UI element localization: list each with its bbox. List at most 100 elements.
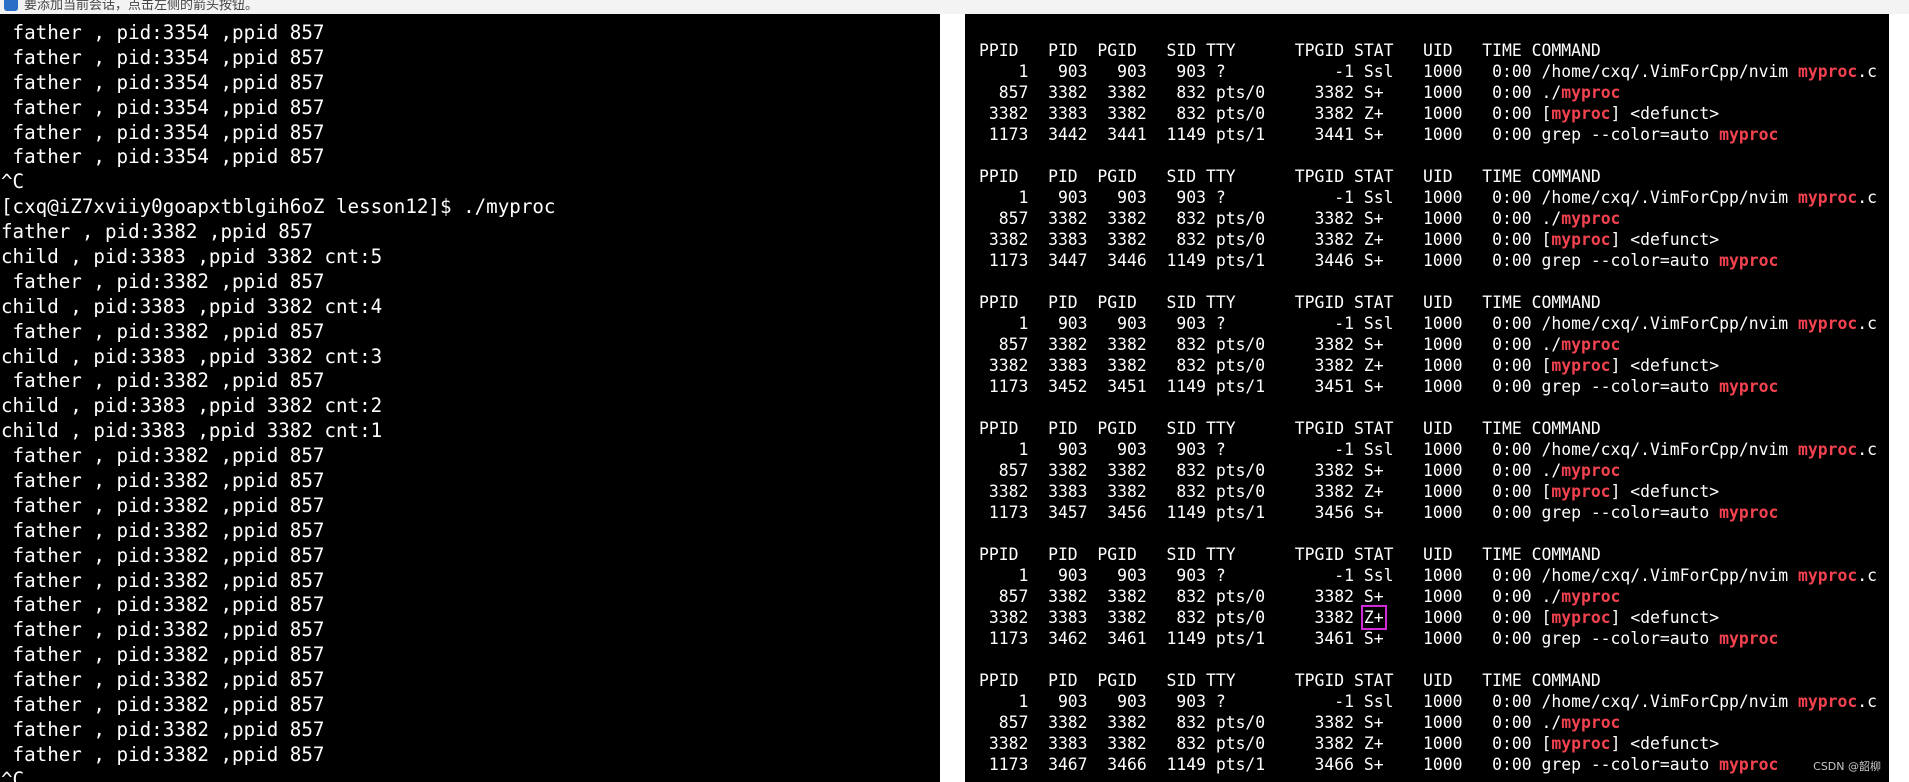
ps-row: 857 3382 3382 832 pts/0 3382 S+ 1000 0:0… bbox=[979, 209, 1621, 228]
grep-match: myproc bbox=[1561, 587, 1621, 606]
terminal-line: child , pid:3383 ,ppid 3382 cnt:4 bbox=[1, 294, 383, 318]
grep-match: myproc bbox=[1719, 125, 1779, 144]
ps-header: PPID PID PGID SID TTY TPGID STAT UID TIM… bbox=[979, 545, 1601, 564]
terminal-line: father , pid:3382 ,ppid 857 bbox=[1, 444, 325, 468]
terminal-line: father , pid:3354 ,ppid 857 bbox=[1, 145, 325, 169]
ps-row: 1 903 903 903 ? -1 Ssl 1000 0:00 /home/c… bbox=[979, 566, 1878, 585]
terminal-line: father , pid:3382 ,ppid 857 bbox=[1, 643, 325, 667]
terminal-line: father , pid:3382 ,ppid 857 bbox=[1, 693, 325, 717]
ps-row: 857 3382 3382 832 pts/0 3382 S+ 1000 0:0… bbox=[979, 83, 1621, 102]
ps-block: PPID PID PGID SID TTY TPGID STAT UID TIM… bbox=[979, 670, 1877, 775]
ps-header: PPID PID PGID SID TTY TPGID STAT UID TIM… bbox=[979, 671, 1601, 690]
ps-header: PPID PID PGID SID TTY TPGID STAT UID TIM… bbox=[979, 41, 1601, 60]
terminal-line: father , pid:3382 ,ppid 857 bbox=[1, 493, 325, 517]
ps-row: 3382 3383 3382 832 pts/0 3382 Z+ 1000 0:… bbox=[979, 356, 1720, 375]
grep-match: myproc bbox=[1561, 83, 1621, 102]
grep-match: myproc bbox=[1719, 251, 1779, 270]
ps-row: 1173 3452 3451 1149 pts/1 3451 S+ 1000 0… bbox=[979, 377, 1779, 396]
grep-match: myproc bbox=[1561, 209, 1621, 228]
grep-match: myproc bbox=[1798, 566, 1858, 585]
terminal-line: father , pid:3382 ,ppid 857 bbox=[1, 469, 325, 493]
ps-row: 1 903 903 903 ? -1 Ssl 1000 0:00 /home/c… bbox=[979, 440, 1878, 459]
right-terminal-pane[interactable]: PPID PID PGID SID TTY TPGID STAT UID TIM… bbox=[965, 14, 1889, 782]
grep-match: myproc bbox=[1719, 755, 1779, 774]
grep-match: myproc bbox=[1798, 314, 1858, 333]
terminal-line: father , pid:3382 ,ppid 857 bbox=[1, 543, 325, 567]
terminal-line: child , pid:3383 ,ppid 3382 cnt:5 bbox=[1, 245, 383, 269]
terminal-line: child , pid:3383 ,ppid 3382 cnt:2 bbox=[1, 394, 383, 418]
terminal-line: ^C bbox=[1, 170, 25, 194]
terminal-line: father , pid:3354 ,ppid 857 bbox=[1, 21, 325, 44]
terminal-line: father , pid:3382 ,ppid 857 bbox=[1, 717, 325, 741]
terminal-line: father , pid:3354 ,ppid 857 bbox=[1, 45, 325, 69]
terminal-line: father , pid:3382 ,ppid 857 bbox=[1, 269, 325, 293]
terminal-line: [cxq@iZ7xviiy0goapxtblgih6oZ lesson12]$ … bbox=[1, 195, 556, 219]
terminal-line: father , pid:3382 ,ppid 857 bbox=[1, 369, 325, 393]
ps-row: 3382 3383 3382 832 pts/0 3382 Z+ 1000 0:… bbox=[979, 605, 1720, 630]
terminal-line: father , pid:3382 ,ppid 857 bbox=[1, 593, 325, 617]
pane-divider bbox=[940, 14, 965, 782]
ps-output: PPID PID PGID SID TTY TPGID STAT UID TIM… bbox=[979, 40, 1877, 782]
ps-row: 1173 3467 3466 1149 pts/1 3466 S+ 1000 0… bbox=[979, 755, 1779, 774]
terminal-line: father , pid:3382 ,ppid 857 bbox=[1, 518, 325, 542]
session-hint-text: 要添加当前会话，点击左侧的箭头按钮。 bbox=[24, 0, 259, 13]
terminal-line: child , pid:3383 ,ppid 3382 cnt:3 bbox=[1, 344, 383, 368]
ps-row: 3382 3383 3382 832 pts/0 3382 Z+ 1000 0:… bbox=[979, 104, 1720, 123]
zombie-status-box: Z+ bbox=[1360, 605, 1387, 630]
terminal-line: child , pid:3383 ,ppid 3382 cnt:1 bbox=[1, 419, 383, 443]
ps-row: 1 903 903 903 ? -1 Ssl 1000 0:00 /home/c… bbox=[979, 314, 1878, 333]
ps-row: 857 3382 3382 832 pts/0 3382 S+ 1000 0:0… bbox=[979, 713, 1621, 732]
ps-row: 1 903 903 903 ? -1 Ssl 1000 0:00 /home/c… bbox=[979, 692, 1878, 711]
terminal-line: father , pid:3354 ,ppid 857 bbox=[1, 120, 325, 144]
left-terminal-pane[interactable]: father , pid:3354 ,ppid 857 father , pid… bbox=[0, 14, 940, 782]
terminal-line: father , pid:3382 ,ppid 857 bbox=[1, 742, 325, 766]
grep-match: myproc bbox=[1561, 461, 1621, 480]
grep-match: myproc bbox=[1551, 482, 1611, 501]
ps-row: 1173 3457 3456 1149 pts/1 3456 S+ 1000 0… bbox=[979, 503, 1779, 522]
ps-header: PPID PID PGID SID TTY TPGID STAT UID TIM… bbox=[979, 293, 1601, 312]
ps-row: 3382 3383 3382 832 pts/0 3382 Z+ 1000 0:… bbox=[979, 230, 1720, 249]
grep-match: myproc bbox=[1551, 734, 1611, 753]
grep-match: myproc bbox=[1561, 335, 1621, 354]
ps-header: PPID PID PGID SID TTY TPGID STAT UID TIM… bbox=[979, 419, 1601, 438]
right-margin bbox=[1889, 14, 1909, 782]
session-arrow-icon bbox=[4, 0, 18, 11]
terminal-line: father , pid:3354 ,ppid 857 bbox=[1, 70, 325, 94]
ps-block: PPID PID PGID SID TTY TPGID STAT UID TIM… bbox=[979, 40, 1877, 145]
watermark: CSDN @韶柳 bbox=[1813, 760, 1881, 773]
ps-row: 857 3382 3382 832 pts/0 3382 S+ 1000 0:0… bbox=[979, 335, 1621, 354]
ps-row: 1173 3462 3461 1149 pts/1 3461 S+ 1000 0… bbox=[979, 629, 1779, 648]
ps-row: 3382 3383 3382 832 pts/0 3382 Z+ 1000 0:… bbox=[979, 734, 1720, 753]
grep-match: myproc bbox=[1551, 608, 1611, 627]
grep-match: myproc bbox=[1798, 62, 1858, 81]
terminal-line: father , pid:3382 ,ppid 857 bbox=[1, 319, 325, 343]
ps-row: 3382 3383 3382 832 pts/0 3382 Z+ 1000 0:… bbox=[979, 482, 1720, 501]
grep-match: myproc bbox=[1551, 230, 1611, 249]
grep-match: myproc bbox=[1551, 104, 1611, 123]
ps-row: 1173 3447 3446 1149 pts/1 3446 S+ 1000 0… bbox=[979, 251, 1779, 270]
grep-match: myproc bbox=[1798, 188, 1858, 207]
ps-row: 1173 3442 3441 1149 pts/1 3441 S+ 1000 0… bbox=[979, 125, 1779, 144]
grep-match: myproc bbox=[1719, 629, 1779, 648]
grep-match: myproc bbox=[1551, 356, 1611, 375]
ps-block: PPID PID PGID SID TTY TPGID STAT UID TIM… bbox=[979, 166, 1877, 271]
session-hint-bar: 要添加当前会话，点击左侧的箭头按钮。 bbox=[0, 0, 1909, 15]
grep-match: myproc bbox=[1798, 440, 1858, 459]
terminal-line: father , pid:3382 ,ppid 857 bbox=[1, 668, 325, 692]
ps-row: 857 3382 3382 832 pts/0 3382 S+ 1000 0:0… bbox=[979, 587, 1621, 606]
terminal-line: father , pid:3382 ,ppid 857 bbox=[1, 568, 325, 592]
ps-block: PPID PID PGID SID TTY TPGID STAT UID TIM… bbox=[979, 544, 1877, 649]
ps-header: PPID PID PGID SID TTY TPGID STAT UID TIM… bbox=[979, 167, 1601, 186]
terminal-line: ^C bbox=[1, 767, 25, 782]
ps-block: PPID PID PGID SID TTY TPGID STAT UID TIM… bbox=[979, 418, 1877, 523]
ps-row: 1 903 903 903 ? -1 Ssl 1000 0:00 /home/c… bbox=[979, 188, 1878, 207]
terminal-output: father , pid:3354 ,ppid 857 father , pid… bbox=[1, 21, 556, 782]
terminal-line: father , pid:3354 ,ppid 857 bbox=[1, 95, 325, 119]
grep-match: myproc bbox=[1719, 503, 1779, 522]
grep-match: myproc bbox=[1719, 377, 1779, 396]
grep-match: myproc bbox=[1561, 713, 1621, 732]
terminal-line: father , pid:3382 ,ppid 857 bbox=[1, 618, 325, 642]
ps-row: 1 903 903 903 ? -1 Ssl 1000 0:00 /home/c… bbox=[979, 62, 1878, 81]
grep-match: myproc bbox=[1798, 692, 1858, 711]
terminal-line: father , pid:3382 ,ppid 857 bbox=[1, 220, 313, 244]
